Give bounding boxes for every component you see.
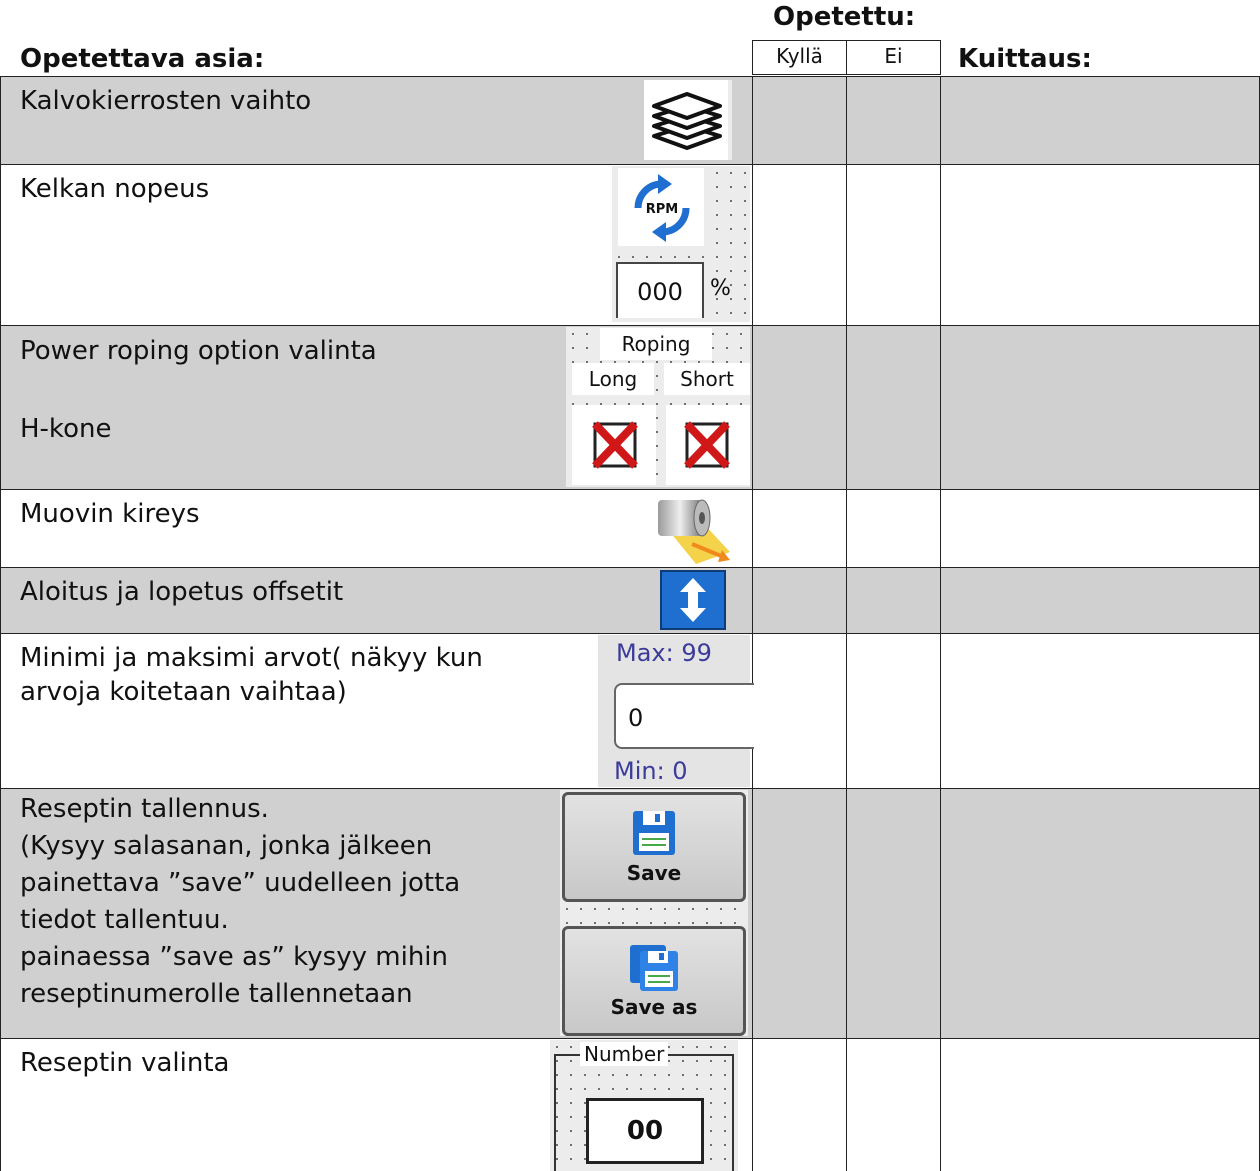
yes-column-label: Kyllä	[776, 44, 823, 68]
row-label-recipe-save: tiedot tallentuu.	[20, 905, 229, 935]
row-label-film-change: Kalvokierrosten vaihto	[20, 86, 312, 116]
floppy-disk-icon	[630, 945, 678, 991]
max-label: Max: 99	[616, 639, 712, 667]
recipe-number-field[interactable]: 00	[586, 1098, 704, 1164]
ack-header: Kuittaus:	[958, 44, 1092, 74]
recipe-number-control: Number 00	[550, 1040, 738, 1171]
up-down-arrow-icon	[680, 578, 706, 622]
row-label-offsets: Aloitus ja lopetus offsetit	[20, 577, 344, 607]
roping-group-label: Roping	[600, 328, 712, 360]
roping-control: Roping Long Short	[566, 327, 750, 487]
taught-header: Opetettu:	[773, 2, 916, 32]
min-max-value-field[interactable]: 0	[614, 683, 754, 749]
row-label-h-machine: H-kone	[20, 414, 112, 444]
min-label: Min: 0	[614, 757, 688, 785]
long-label: Long	[572, 363, 654, 395]
min-max-value: 0	[628, 704, 644, 732]
long-toggle[interactable]	[572, 405, 656, 485]
svg-text:RPM: RPM	[646, 202, 678, 217]
recipe-number-value: 00	[626, 1116, 664, 1146]
topic-header: Opetettava asia:	[20, 44, 265, 74]
row-label-power-roping: Power roping option valinta	[20, 336, 377, 366]
row-label-film-tension: Muovin kireys	[20, 499, 200, 529]
floppy-disk-icon	[633, 811, 675, 855]
speed-value: 000	[637, 278, 683, 306]
save-label: Save	[626, 861, 682, 885]
no-column-header: Ei	[846, 40, 941, 75]
row-label-recipe-save: (Kysyy salasanan, jonka jälkeen	[20, 831, 433, 861]
number-group-label: Number	[580, 1042, 669, 1066]
row-label-carriage-speed: Kelkan nopeus	[20, 174, 210, 204]
speed-value-field[interactable]: 000	[616, 262, 704, 318]
offset-button[interactable]	[660, 570, 726, 630]
cross-icon	[592, 421, 638, 469]
short-toggle[interactable]	[666, 405, 750, 485]
row-label-recipe-save: reseptinumerolle tallennetaan	[20, 979, 413, 1009]
percent-unit: %	[710, 276, 731, 301]
cross-icon	[684, 421, 730, 469]
row-label-min-max: Minimi ja maksimi arvot( näkyy kun arvoj…	[20, 643, 483, 707]
rpm-icon[interactable]: RPM	[620, 170, 704, 246]
film-roll-icon[interactable]	[652, 492, 732, 566]
speed-control: RPM 000 %	[612, 166, 750, 322]
layers-icon	[652, 92, 722, 150]
row-label-recipe-save: painaessa ”save as” kysyy mihin	[20, 942, 448, 972]
layers-button[interactable]	[644, 80, 732, 160]
save-as-label: Save as	[610, 995, 698, 1019]
row-label-recipe-save: Reseptin tallennus.	[20, 794, 269, 824]
short-label: Short	[664, 363, 750, 395]
save-button[interactable]: Save	[562, 792, 746, 902]
row-label-recipe-save: painettava ”save” uudelleen jotta	[20, 868, 461, 898]
yes-column-header: Kyllä	[752, 40, 847, 75]
save-as-button[interactable]: Save as	[562, 926, 746, 1036]
min-max-control: Max: 99 0 Min: 0	[598, 635, 754, 787]
row-label-recipe-select: Reseptin valinta	[20, 1048, 230, 1078]
no-column-label: Ei	[884, 44, 903, 68]
